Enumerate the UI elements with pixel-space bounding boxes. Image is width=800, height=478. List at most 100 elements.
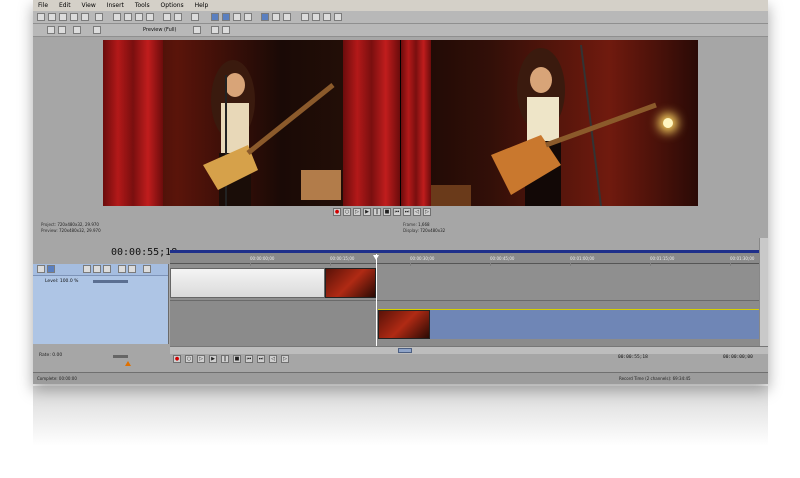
preview-quality-select[interactable]: Preview (Full): [143, 26, 177, 34]
track-options-icon[interactable]: [143, 265, 151, 273]
play-from-start-button[interactable]: ▷: [353, 208, 361, 216]
external-monitor-icon[interactable]: [58, 26, 66, 34]
overlays-icon[interactable]: [193, 26, 201, 34]
curtain-right-frame: [401, 40, 431, 206]
ruler-tick: 00:00:00;00: [250, 256, 275, 261]
paste-icon[interactable]: [135, 13, 143, 21]
cursor-position: 00:00:55;18: [618, 355, 648, 360]
vegas-window: File Edit View Insert Tools Options Help: [33, 0, 768, 384]
timeline-pause-button[interactable]: ‖: [221, 355, 229, 363]
preview-quality-icon[interactable]: [93, 26, 101, 34]
timeline-play-button[interactable]: ▶: [209, 355, 217, 363]
menu-view[interactable]: View: [82, 2, 96, 9]
project-label: Project:: [41, 222, 57, 227]
menu-insert[interactable]: Insert: [107, 2, 124, 9]
title-clip[interactable]: [170, 268, 325, 298]
timeline-stop-button[interactable]: ■: [233, 355, 241, 363]
auto-crossfade-icon[interactable]: [272, 13, 280, 21]
normal-edit-tool-icon[interactable]: [211, 13, 219, 21]
render-icon[interactable]: [95, 13, 103, 21]
new-project-icon[interactable]: [37, 13, 45, 21]
open-icon[interactable]: [48, 13, 56, 21]
status-record-time: Record Time (2 channels): 69:34:45: [619, 376, 691, 381]
project-value: 720x480x32, 29.970: [57, 222, 99, 227]
pause-button[interactable]: ‖: [373, 208, 381, 216]
rate-slider[interactable]: [113, 355, 128, 358]
horizontal-scroll-thumb[interactable]: [398, 348, 412, 353]
menu-edit[interactable]: Edit: [59, 2, 71, 9]
save-snapshot-icon[interactable]: [222, 26, 230, 34]
delete-icon[interactable]: [146, 13, 154, 21]
next-frame-button[interactable]: ▷: [423, 208, 431, 216]
stop-button[interactable]: ■: [383, 208, 391, 216]
preview-frame-right: [401, 40, 698, 206]
menu-tools[interactable]: Tools: [135, 2, 150, 9]
track-minimize-icon[interactable]: [37, 265, 45, 273]
ruler-tick: 00:00:45;00: [490, 256, 515, 261]
guitarist-figure-left: [203, 60, 341, 206]
track-motion-icon[interactable]: [83, 265, 91, 273]
menu-help[interactable]: Help: [195, 2, 209, 9]
preview-properties-icon[interactable]: [47, 26, 55, 34]
level-slider[interactable]: [93, 280, 128, 283]
cut-icon[interactable]: [113, 13, 121, 21]
timeline[interactable]: 00:00:00;00 00:00:15;00 00:00:30;00 00:0…: [170, 250, 768, 346]
video-event-clip[interactable]: [378, 309, 760, 339]
copy-icon[interactable]: [124, 13, 132, 21]
video-track-icon: [47, 265, 55, 273]
playhead-line[interactable]: [376, 254, 377, 346]
save-icon[interactable]: [59, 13, 67, 21]
go-to-end-button[interactable]: ⏭: [403, 208, 411, 216]
video-track-lane-2[interactable]: [170, 301, 760, 346]
track-fx-icon[interactable]: [93, 265, 101, 273]
whats-this-icon[interactable]: [334, 13, 342, 21]
preview-label: Preview:: [41, 228, 58, 233]
help-icon[interactable]: [323, 13, 331, 21]
solo-icon[interactable]: [128, 265, 136, 273]
timeline-go-to-end-button[interactable]: ⏭: [257, 355, 265, 363]
ruler-tick: 00:01:15;00: [650, 256, 675, 261]
timeline-play-from-start-button[interactable]: ▷: [197, 355, 205, 363]
time-ruler[interactable]: 00:00:00;00 00:00:15;00 00:00:30;00 00:0…: [170, 250, 768, 264]
envelope-tool-icon[interactable]: [222, 13, 230, 21]
copy-snapshot-icon[interactable]: [211, 26, 219, 34]
warning-icon: [125, 361, 131, 366]
video-clip-thumbnail-1[interactable]: [325, 268, 376, 298]
display-value: 720x480x32: [420, 228, 446, 233]
undo-icon[interactable]: [163, 13, 171, 21]
ruler-region-bar: [170, 250, 760, 253]
properties-icon[interactable]: [81, 13, 89, 21]
timeline-next-frame-button[interactable]: ▷: [281, 355, 289, 363]
compositing-mode-icon[interactable]: [103, 265, 111, 273]
record-button[interactable]: ●: [333, 208, 341, 216]
mute-icon[interactable]: [118, 265, 126, 273]
go-to-start-button[interactable]: ⏮: [393, 208, 401, 216]
redo-icon[interactable]: [174, 13, 182, 21]
video-track-header[interactable]: [33, 264, 168, 276]
horizontal-scrollbar[interactable]: [170, 346, 768, 354]
snapping-icon[interactable]: [261, 13, 269, 21]
ignore-grouping-icon[interactable]: [312, 13, 320, 21]
track-header-panel: Level: 100.0 %: [33, 264, 169, 344]
loop-playback-button[interactable]: ○: [343, 208, 351, 216]
vertical-scrollbar[interactable]: [759, 238, 768, 348]
video-track-lane[interactable]: [170, 266, 760, 301]
timeline-record-button[interactable]: ●: [173, 355, 181, 363]
menu-file[interactable]: File: [38, 2, 48, 9]
video-clip-thumbnail-2: [378, 310, 430, 339]
display-label: Display:: [403, 228, 419, 233]
menu-options[interactable]: Options: [161, 2, 184, 9]
auto-ripple-icon[interactable]: [283, 13, 291, 21]
lock-envelopes-icon[interactable]: [301, 13, 309, 21]
save-as-icon[interactable]: [70, 13, 78, 21]
undo-history-icon[interactable]: [191, 13, 199, 21]
timeline-loop-button[interactable]: ○: [185, 355, 193, 363]
split-screen-icon[interactable]: [73, 26, 81, 34]
zoom-tool-icon[interactable]: [244, 13, 252, 21]
selection-tool-icon[interactable]: [233, 13, 241, 21]
previous-frame-button[interactable]: ◁: [413, 208, 421, 216]
ruler-tick: 00:01:30;00: [730, 256, 755, 261]
timeline-go-to-start-button[interactable]: ⏮: [245, 355, 253, 363]
play-button[interactable]: ▶: [363, 208, 371, 216]
timeline-prev-frame-button[interactable]: ◁: [269, 355, 277, 363]
